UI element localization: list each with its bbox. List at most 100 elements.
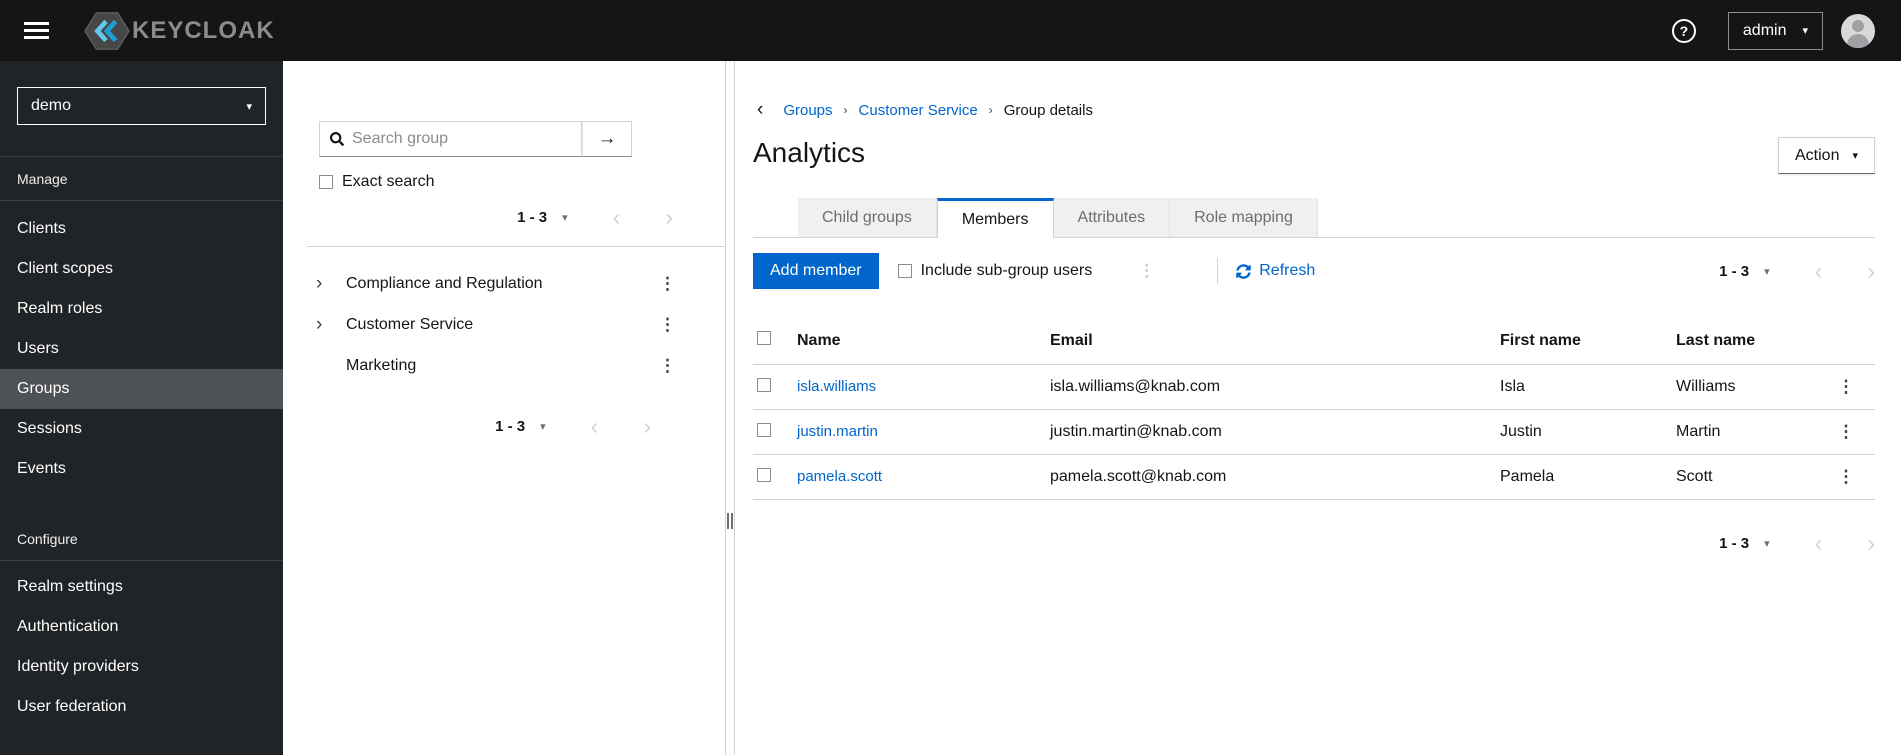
add-member-button[interactable]: Add member: [753, 253, 879, 289]
search-icon: [330, 132, 344, 146]
exact-search-toggle[interactable]: Exact search: [319, 173, 725, 191]
table-row: justin.martin justin.martin@knab.com Jus…: [753, 409, 1875, 455]
kebab-icon[interactable]: ⋮: [1834, 377, 1859, 397]
menu-icon[interactable]: [16, 11, 58, 51]
caret-down-icon[interactable]: ▾: [1764, 265, 1770, 278]
kebab-icon[interactable]: ⋮: [1132, 261, 1161, 281]
refresh-icon: [1236, 263, 1252, 279]
group-name[interactable]: Compliance and Regulation: [346, 275, 543, 293]
member-username-link[interactable]: isla.williams: [797, 378, 876, 395]
row-checkbox[interactable]: [757, 377, 771, 392]
prev-page-button[interactable]: ‹: [1815, 259, 1823, 283]
page-title: Analytics: [753, 137, 866, 168]
members-table: Name Email First name Last name isla.wil…: [753, 323, 1875, 500]
realm-selector[interactable]: demo ▾: [17, 87, 266, 125]
breadcrumb: ‹ Groups › Customer Service › Group deta…: [753, 99, 1875, 121]
member-email: pamela.scott@knab.com: [1050, 454, 1500, 500]
members-toolbar: Add member Include sub-group users ⋮ Ref…: [753, 253, 1875, 289]
caret-down-icon[interactable]: ▾: [1764, 537, 1770, 550]
include-subgroups-checkbox[interactable]: [897, 264, 912, 278]
caret-down-icon: ▾: [246, 100, 252, 113]
keycloak-admin-console: KEYCLOAK ? admin ▾ demo ▾ Manage Clients…: [0, 0, 1901, 755]
expand-chevron-icon[interactable]: ›: [316, 273, 346, 295]
kebab-icon[interactable]: ⋮: [1834, 422, 1859, 442]
row-checkbox[interactable]: [757, 422, 771, 437]
include-subgroups-label: Include sub-group users: [920, 262, 1093, 279]
next-page-button[interactable]: ›: [1867, 532, 1875, 555]
breadcrumb-customer-service[interactable]: Customer Service: [859, 102, 978, 119]
kebab-icon[interactable]: ⋮: [655, 274, 680, 294]
tabs: Child groups Members Attributes Role map…: [753, 198, 1875, 238]
sidebar-item-realm-settings[interactable]: Realm settings: [0, 567, 283, 607]
user-dropdown[interactable]: admin ▾: [1727, 11, 1823, 50]
members-pagination-bottom: 1 - 3 ▾ ‹ ›: [753, 532, 1875, 555]
group-name[interactable]: Marketing: [346, 357, 416, 375]
prev-page-button[interactable]: ‹: [591, 415, 599, 438]
exact-search-checkbox[interactable]: [319, 175, 333, 189]
tree-item: Marketing ⋮: [283, 345, 725, 386]
member-first-name: Isla: [1500, 364, 1676, 410]
kebab-icon[interactable]: ⋮: [1834, 467, 1859, 487]
tree-pagination-top: 1 - 3 ▾ ‹ ›: [283, 206, 725, 229]
caret-down-icon[interactable]: ▾: [562, 211, 568, 224]
sidebar-item-authentication[interactable]: Authentication: [0, 607, 283, 647]
breadcrumb-groups[interactable]: Groups: [783, 102, 832, 119]
tree-item: › Compliance and Regulation ⋮: [283, 263, 725, 304]
sidebar: demo ▾ Manage Clients Client scopes Real…: [0, 61, 283, 755]
resizer-grip[interactable]: [727, 513, 733, 529]
panel-resizer[interactable]: [725, 61, 735, 755]
action-dropdown[interactable]: Action ▾: [1778, 137, 1875, 174]
kebab-icon[interactable]: ⋮: [655, 356, 680, 376]
sidebar-item-clients[interactable]: Clients: [0, 209, 283, 249]
prev-page-button[interactable]: ‹: [1815, 532, 1823, 555]
caret-down-icon: ▾: [1802, 25, 1808, 37]
tab-child-groups[interactable]: Child groups: [798, 198, 937, 237]
sidebar-item-sessions[interactable]: Sessions: [0, 409, 283, 449]
next-page-button[interactable]: ›: [665, 206, 673, 229]
caret-down-icon[interactable]: ▾: [540, 420, 546, 433]
breadcrumb-current: Group details: [1003, 101, 1093, 119]
member-username-link[interactable]: pamela.scott: [797, 468, 882, 485]
exact-search-label: Exact search: [342, 173, 435, 190]
next-page-button[interactable]: ›: [1867, 259, 1875, 283]
prev-page-button[interactable]: ‹: [613, 206, 621, 229]
sidebar-item-client-scopes[interactable]: Client scopes: [0, 249, 283, 289]
member-last-name: Martin: [1676, 409, 1825, 455]
column-header-first-name: First name: [1500, 323, 1676, 365]
configure-nav-list: Realm settings Authentication Identity p…: [0, 561, 283, 727]
keycloak-logo-icon: [84, 11, 130, 50]
group-tree: › Compliance and Regulation ⋮ › Customer…: [283, 263, 725, 386]
tab-members[interactable]: Members: [936, 198, 1054, 238]
next-page-button[interactable]: ›: [643, 415, 651, 438]
expand-chevron-icon[interactable]: ›: [316, 314, 346, 336]
member-username-link[interactable]: justin.martin: [797, 423, 878, 440]
tree-item: › Customer Service ⋮: [283, 304, 725, 345]
keycloak-logo[interactable]: KEYCLOAK: [84, 8, 275, 54]
title-row: Analytics Action ▾: [753, 137, 1875, 174]
select-all-checkbox[interactable]: [757, 331, 771, 345]
sidebar-item-groups[interactable]: Groups: [0, 369, 283, 409]
sidebar-item-user-federation[interactable]: User federation: [0, 687, 283, 727]
column-header-name: Name: [797, 323, 1050, 365]
sidebar-item-users[interactable]: Users: [0, 329, 283, 369]
nav-section-configure: Configure: [17, 531, 78, 547]
refresh-button[interactable]: Refresh: [1236, 262, 1315, 280]
search-submit-button[interactable]: →: [582, 121, 632, 157]
include-subgroups-toggle[interactable]: Include sub-group users: [897, 262, 1093, 280]
pagination-range: 1 - 3: [495, 418, 526, 435]
divider: [307, 246, 725, 247]
user-name: admin: [1742, 21, 1787, 39]
tab-role-mapping[interactable]: Role mapping: [1170, 198, 1318, 237]
group-search-input[interactable]: [352, 130, 581, 148]
sidebar-item-identity-providers[interactable]: Identity providers: [0, 647, 283, 687]
sidebar-item-realm-roles[interactable]: Realm roles: [0, 289, 283, 329]
row-checkbox[interactable]: [757, 467, 771, 482]
collapse-chevron-icon[interactable]: ‹: [753, 99, 767, 121]
kebab-icon[interactable]: ⋮: [655, 315, 680, 335]
help-icon[interactable]: ?: [1671, 18, 1696, 43]
group-search-box: [319, 121, 582, 157]
group-name[interactable]: Customer Service: [346, 316, 473, 334]
sidebar-item-events[interactable]: Events: [0, 449, 283, 489]
tab-attributes[interactable]: Attributes: [1053, 198, 1171, 237]
avatar[interactable]: [1841, 13, 1875, 48]
